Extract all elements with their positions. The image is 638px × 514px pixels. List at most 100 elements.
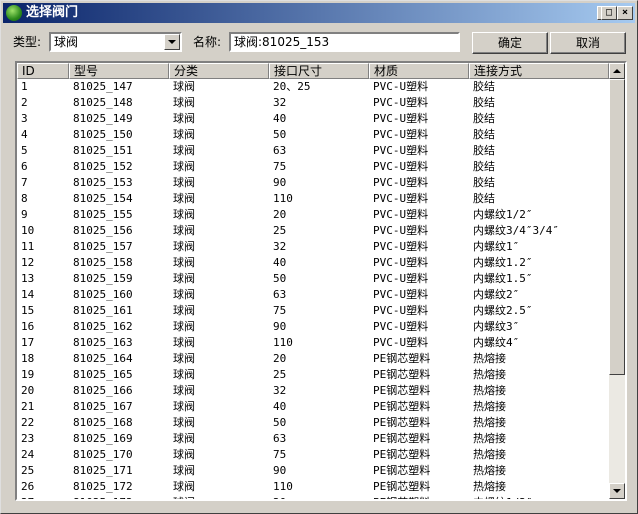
table-row[interactable]: 26 81025_172 球阀 110 PE钢芯塑料 热熔接 <box>17 479 609 495</box>
table-row[interactable]: 24 81025_170 球阀 75 PE钢芯塑料 热熔接 <box>17 447 609 463</box>
table-row[interactable]: 11 81025_157 球阀 32 PVC-U塑料 内螺纹1″ <box>17 239 609 255</box>
col-port-size-cell: 63 <box>273 432 287 445</box>
title-bar[interactable]: 选择阀门 _ □ × <box>3 3 635 23</box>
col-model-cell: 81025_160 <box>73 288 133 301</box>
col-port-size-cell: 40 <box>273 112 287 125</box>
table-row[interactable]: 5 81025_151 球阀 63 PVC-U塑料 胶结 <box>17 143 609 159</box>
scroll-down-icon[interactable] <box>609 483 625 499</box>
col-id-cell: 15 <box>21 304 35 317</box>
col-port-size-cell: 50 <box>273 128 287 141</box>
col-id-cell: 19 <box>21 368 35 381</box>
header-col-connection[interactable]: 连接方式 <box>469 63 609 79</box>
col-model-cell: 81025_148 <box>73 96 133 109</box>
list-rows: 1 81025_147 球阀 20、25 PVC-U塑料 胶结 2 81025_148 球阀 32… <box>17 79 609 499</box>
col-connection-cell: 内螺纹1/2″ <box>469 495 609 499</box>
col-model-cell: 81025_158 <box>73 256 133 269</box>
table-row[interactable]: 10 81025_156 球阀 25 PVC-U塑料 内螺纹3/4″3/4″ <box>17 223 609 239</box>
col-id-cell: 12 <box>21 256 35 269</box>
col-model-cell: 81025_165 <box>73 368 133 381</box>
table-row[interactable]: 12 81025_158 球阀 40 PVC-U塑料 内螺纹1.2″ <box>17 255 609 271</box>
col-model-cell: 81025_172 <box>73 480 133 493</box>
col-id-cell: 24 <box>21 448 35 461</box>
col-connection-cell: 内螺纹3″ <box>473 320 520 333</box>
chevron-down-icon[interactable] <box>164 34 180 50</box>
table-row[interactable]: 13 81025_159 球阀 50 PVC-U塑料 内螺纹1.5″ <box>17 271 609 287</box>
cancel-button[interactable]: 取消 <box>550 32 626 54</box>
col-category-cell: 球阀 <box>173 144 195 157</box>
header-col-port-size[interactable]: 接口尺寸 <box>269 63 369 79</box>
table-row[interactable]: 4 81025_150 球阀 50 PVC-U塑料 胶结 <box>17 127 609 143</box>
table-row[interactable]: 19 81025_165 球阀 25 PE钢芯塑料 热熔接 <box>17 367 609 383</box>
type-combobox[interactable]: 球阀 <box>49 32 182 52</box>
vertical-scrollbar[interactable] <box>609 63 625 499</box>
table-row[interactable]: 17 81025_163 球阀 110 PVC-U塑料 内螺纹4″ <box>17 335 609 351</box>
col-port-size-cell: 50 <box>273 272 287 285</box>
table-row[interactable]: 14 81025_160 球阀 63 PVC-U塑料 内螺纹2″ <box>17 287 609 303</box>
col-material-cell: PE钢芯塑料 <box>373 368 431 381</box>
close-button[interactable]: × <box>617 6 633 20</box>
col-id-cell: 25 <box>21 464 35 477</box>
col-port-size-cell: 20 <box>273 208 287 221</box>
col-material-cell: PE钢芯塑料 <box>373 352 431 365</box>
table-row[interactable]: 22 81025_168 球阀 50 PE钢芯塑料 热熔接 <box>17 415 609 431</box>
col-category-cell: 球阀 <box>173 352 195 365</box>
col-model-cell: 81025_167 <box>73 400 133 413</box>
table-row[interactable]: 15 81025_161 球阀 75 PVC-U塑料 内螺纹2.5″ <box>17 303 609 319</box>
col-category-cell: 球阀 <box>173 464 195 477</box>
header-col-category[interactable]: 分类 <box>169 63 269 79</box>
col-category-cell: 球阀 <box>173 96 195 109</box>
header-col-model[interactable]: 型号 <box>69 63 169 79</box>
table-row[interactable]: 9 81025_155 球阀 20 PVC-U塑料 内螺纹1/2″ <box>17 207 609 223</box>
col-port-size-cell: 25 <box>273 368 287 381</box>
header-col-id[interactable]: ID <box>17 63 69 79</box>
col-connection-cell: 胶结 <box>473 128 495 141</box>
col-connection-cell: 热熔接 <box>473 368 506 381</box>
col-port-size-cell: 32 <box>273 240 287 253</box>
col-category-cell: 球阀 <box>173 208 195 221</box>
col-category-cell: 球阀 <box>173 448 195 461</box>
table-row[interactable]: 21 81025_167 球阀 40 PE钢芯塑料 热熔接 <box>17 399 609 415</box>
col-model-cell: 81025_155 <box>73 208 133 221</box>
col-material-cell: PVC-U塑料 <box>373 176 429 189</box>
col-category-cell: 球阀 <box>173 240 195 253</box>
valve-list[interactable]: ID 型号 分类 接口尺寸 材质 连接方式 1 81025_147 球阀 20、25 PVC-U塑… <box>15 61 627 501</box>
col-connection-cell: 热熔接 <box>473 352 506 365</box>
col-port-size-cell: 90 <box>273 176 287 189</box>
table-row[interactable]: 1 81025_147 球阀 20、25 PVC-U塑料 胶结 <box>17 79 609 95</box>
col-material-cell: PVC-U塑料 <box>373 144 429 157</box>
table-row[interactable]: 23 81025_169 球阀 63 PE钢芯塑料 热熔接 <box>17 431 609 447</box>
col-port-size-cell: 75 <box>273 304 287 317</box>
table-row[interactable]: 2 81025_148 球阀 32 PVC-U塑料 胶结 <box>17 95 609 111</box>
col-port-size-cell: 110 <box>273 192 293 205</box>
maximize-button[interactable]: □ <box>601 6 617 20</box>
name-label: 名称: <box>193 35 222 49</box>
col-connection-cell: 胶结 <box>473 144 495 157</box>
col-model-cell: 81025_157 <box>73 240 133 253</box>
select-valve-dialog: 选择阀门 _ □ × 类型: 球阀 名称: 球阀:81025_153 确定 取消… <box>0 0 638 514</box>
header-col-material[interactable]: 材质 <box>369 63 469 79</box>
col-id-cell: 27 <box>17 495 69 499</box>
table-row[interactable]: 25 81025_171 球阀 90 PE钢芯塑料 热熔接 <box>17 463 609 479</box>
col-id-cell: 17 <box>21 336 35 349</box>
scroll-up-icon[interactable] <box>609 63 625 79</box>
table-row[interactable]: 3 81025_149 球阀 40 PVC-U塑料 胶结 <box>17 111 609 127</box>
table-row[interactable]: 20 81025_166 球阀 32 PE钢芯塑料 热熔接 <box>17 383 609 399</box>
col-category-cell: 球阀 <box>173 224 195 237</box>
col-connection-cell: 内螺纹1.2″ <box>473 256 533 269</box>
col-connection-cell: 胶结 <box>473 112 495 125</box>
col-model-cell: 81025_161 <box>73 304 133 317</box>
table-row[interactable]: 8 81025_154 球阀 110 PVC-U塑料 胶结 <box>17 191 609 207</box>
table-row[interactable]: 16 81025_162 球阀 90 PVC-U塑料 内螺纹3″ <box>17 319 609 335</box>
col-category-cell: 球阀 <box>173 176 195 189</box>
table-row[interactable]: 6 81025_152 球阀 75 PVC-U塑料 胶结 <box>17 159 609 175</box>
col-connection-cell: 热熔接 <box>473 416 506 429</box>
table-row[interactable]: 7 81025_153 球阀 90 PVC-U塑料 胶结 <box>17 175 609 191</box>
col-id-cell: 18 <box>21 352 35 365</box>
ok-button[interactable]: 确定 <box>472 32 548 54</box>
col-port-size-cell: 20 <box>269 495 369 499</box>
list-header: ID 型号 分类 接口尺寸 材质 连接方式 <box>17 63 609 79</box>
table-row[interactable]: 18 81025_164 球阀 20 PE钢芯塑料 热熔接 <box>17 351 609 367</box>
name-field[interactable]: 球阀:81025_153 <box>229 32 460 52</box>
scroll-thumb[interactable] <box>609 79 625 375</box>
table-row[interactable]: 2781025_173球阀20PE钢芯塑料内螺纹1/2″ <box>17 495 609 499</box>
